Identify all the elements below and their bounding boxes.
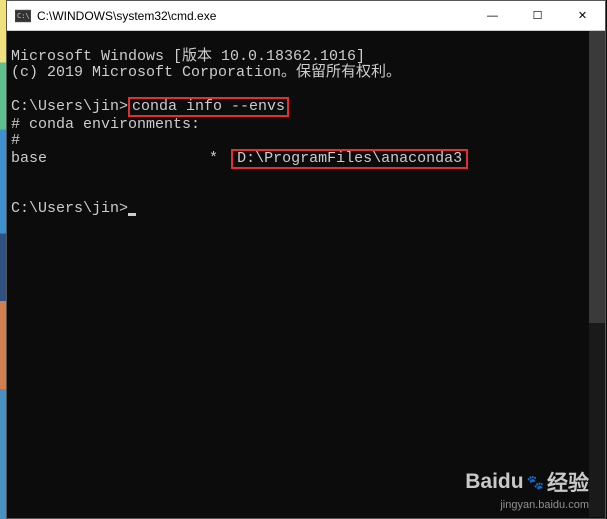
titlebar[interactable]: C:\ C:\WINDOWS\system32\cmd.exe — ☐ ✕: [7, 1, 605, 31]
scrollbar-thumb[interactable]: [589, 31, 605, 323]
paw-icon: 🐾: [527, 474, 544, 491]
env-base-label: base: [11, 150, 47, 167]
env-header: # conda environments:: [11, 116, 200, 133]
watermark-brand-cn: 经验: [547, 467, 589, 497]
env-base-path: D:\ProgramFiles\anaconda3: [237, 150, 462, 167]
env-base-star: *: [209, 150, 218, 167]
cursor: [128, 213, 136, 216]
prompt-2: C:\Users\jin>: [11, 200, 128, 217]
copyright-line: (c) 2019 Microsoft Corporation。保留所有权利。: [11, 64, 401, 81]
env-hash: #: [11, 132, 20, 149]
version-line: Microsoft Windows [版本 10.0.18362.1016]: [11, 48, 365, 65]
watermark-url: jingyan.baidu.com: [465, 499, 589, 511]
cmd-window: C:\ C:\WINDOWS\system32\cmd.exe — ☐ ✕ Mi…: [6, 0, 606, 519]
prompt-1-prefix: C:\Users\jin>: [11, 98, 128, 115]
terminal-output[interactable]: Microsoft Windows [版本 10.0.18362.1016] (…: [7, 31, 605, 518]
svg-text:C:\: C:\: [17, 12, 30, 20]
window-title: C:\WINDOWS\system32\cmd.exe: [37, 9, 470, 23]
window-controls: — ☐ ✕: [470, 1, 605, 30]
close-button[interactable]: ✕: [560, 1, 605, 30]
minimize-button[interactable]: —: [470, 1, 515, 30]
watermark-brand: Baidu: [465, 470, 523, 494]
watermark-logo: Baidu🐾经验: [465, 467, 589, 497]
cmd-icon: C:\: [15, 8, 31, 24]
prompt-1-command: conda info --envs: [132, 98, 285, 115]
scrollbar[interactable]: [589, 31, 605, 517]
command-highlight: conda info --envs: [128, 97, 289, 117]
watermark: Baidu🐾经验 jingyan.baidu.com: [465, 467, 589, 511]
path-highlight: D:\ProgramFiles\anaconda3: [231, 149, 468, 169]
maximize-button[interactable]: ☐: [515, 1, 560, 30]
